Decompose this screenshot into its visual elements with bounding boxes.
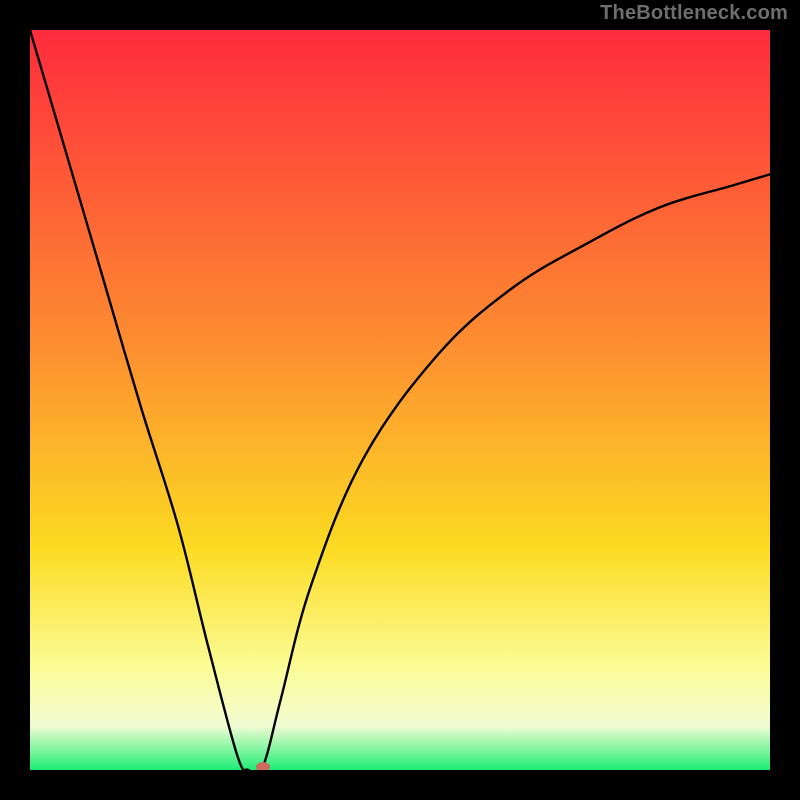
plot-area	[30, 30, 770, 770]
bottleneck-curve	[30, 30, 770, 770]
minimum-marker	[256, 762, 270, 770]
watermark-text: TheBottleneck.com	[600, 2, 788, 25]
chart-frame: TheBottleneck.com	[0, 0, 800, 800]
curve-svg	[30, 30, 770, 770]
